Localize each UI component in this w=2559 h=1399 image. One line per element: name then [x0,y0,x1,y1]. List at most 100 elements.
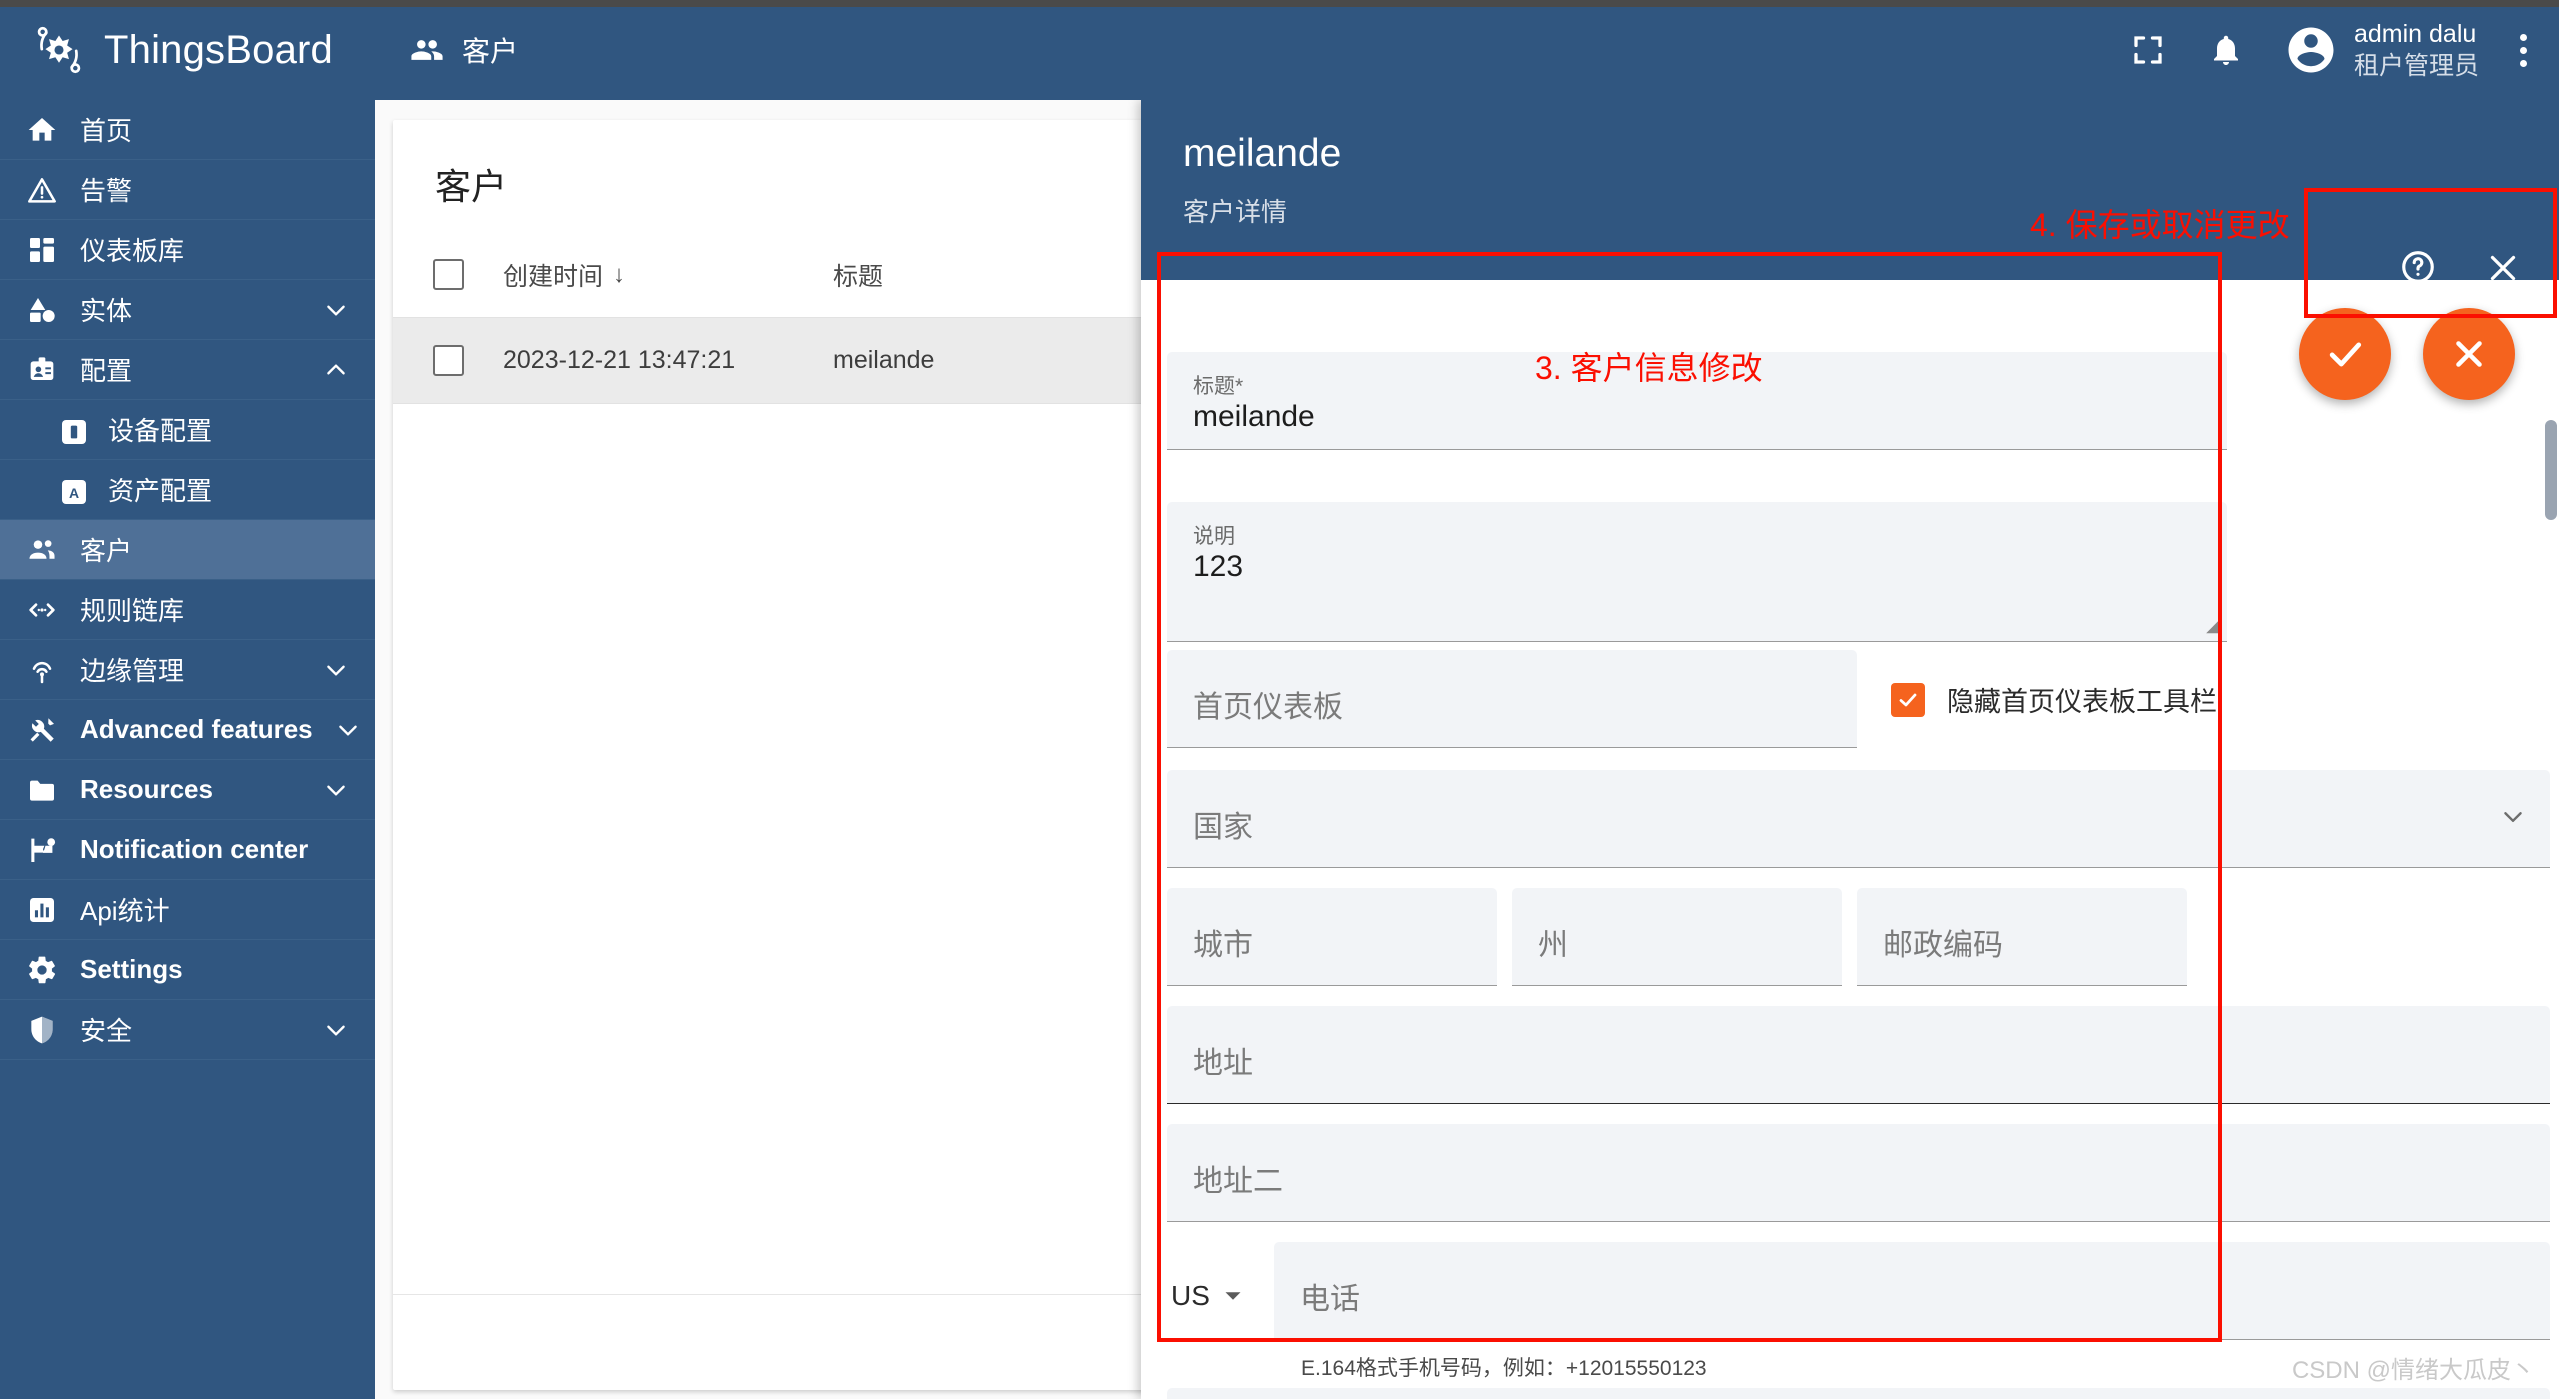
city-placeholder: 城市 [1193,929,1253,962]
user-name: admin dalu [2353,20,2477,48]
check-icon [1899,693,1917,706]
api-usage-chart-icon [26,894,58,926]
customer-form: 标题* meilande 说明 123 ◢ 首页仪表板 隐藏首页仪表板工具栏 国… [1141,280,2559,1399]
email-field[interactable]: 电子邮件 [1167,1388,2550,1399]
notification-flag-icon [26,834,58,866]
sidebar-item-label: Advanced features [80,714,313,744]
chevron-up-icon[interactable] [323,357,349,383]
sidebar-item-12[interactable]: Resources [0,760,375,820]
select-all-cell [393,259,503,290]
sidebar-item-11[interactable]: Advanced features [0,700,375,760]
textarea-resize-handle[interactable]: ◢ [2206,615,2220,636]
description-field[interactable]: 说明 123 ◢ [1167,502,2227,642]
chevron-down-icon[interactable] [323,1017,349,1043]
sidebar-item-label: 客户 [80,536,133,566]
sidebar-item-6[interactable]: 设备配置 [0,400,375,460]
svg-text:A: A [69,485,79,501]
sidebar-item-5[interactable]: 配置 [0,340,375,400]
notifications-button[interactable] [2206,30,2246,70]
sidebar-item-1[interactable]: 首页 [0,100,375,160]
gear-icon [26,954,58,986]
sidebar-item-15[interactable]: Settings [0,940,375,1000]
country-code-value: US [1171,1280,1210,1311]
annotation-label-step3: 3. 客户信息修改 [1535,350,1763,386]
shield-icon [26,1014,58,1046]
phone-field[interactable]: 电话 [1274,1242,2550,1340]
city-field[interactable]: 城市 [1167,888,1497,986]
cancel-button[interactable] [2423,308,2515,400]
thingsboard-logo-icon [37,26,81,74]
customers-icon [29,539,55,559]
account-circle-icon [2288,27,2334,73]
drawer-subtitle: 客户详情 [1183,197,1288,227]
alarm-warning-icon [28,177,56,203]
sidebar-item-10[interactable]: 边缘管理 [0,640,375,700]
sidebar-item-4[interactable]: 实体 [0,280,375,340]
sidebar-item-label: 配置 [80,356,133,386]
sidebar-item-9[interactable]: 规则链库 [0,580,375,640]
zip-placeholder: 邮政编码 [1883,929,2003,962]
asset-profile-icon: A [62,479,86,504]
phone-hint: E.164格式手机号码，例如：+12015550123 [1301,1357,1707,1380]
phone-placeholder: 电话 [1300,1283,1360,1316]
description-field-value: 123 [1193,550,1244,583]
country-field[interactable]: 国家 [1167,770,2550,868]
sidebar-item-label: 资产配置 [108,476,213,506]
brand-logo-area[interactable]: ThingsBoard [0,0,375,100]
chevron-down-icon[interactable] [335,717,361,743]
tools-icon [26,714,58,746]
column-header-created-time[interactable]: 创建时间 ↓ [503,257,833,293]
hide-toolbar-checkbox[interactable] [1891,682,1925,717]
annotation-label-step4: 4. 保存或取消更改 [2030,207,2290,243]
device-profile-icon [62,419,86,444]
window-edge-strip [0,0,2559,7]
sidebar-item-14[interactable]: Api统计 [0,880,375,940]
chevron-down-icon[interactable] [323,297,349,323]
sidebar-item-label: Notification center [80,834,309,864]
zip-field[interactable]: 邮政编码 [1857,888,2187,986]
sidebar-item-7[interactable]: A 资产配置 [0,460,375,520]
more-menu-button[interactable] [2517,33,2529,67]
row-checkbox[interactable] [432,345,464,376]
sidebar-item-label: Api统计 [80,896,170,926]
sidebar-item-8[interactable]: 客户 [0,520,375,580]
hide-toolbar-checkbox-row[interactable]: 隐藏首页仪表板工具栏 [1891,680,2217,719]
chevron-down-icon [1225,1292,1241,1300]
sort-desc-icon: ↓ [613,260,626,288]
sidebar-item-label: 安全 [80,1016,133,1046]
cell-created-time: 2023-12-21 13:47:21 [503,346,736,374]
drawer-scrollbar[interactable] [2545,420,2557,520]
top-bar: ThingsBoard 客户 admin dalu 租户管理员 [0,0,2559,100]
sidebar-item-2[interactable]: 告警 [0,160,375,220]
customers-icon [411,40,443,60]
sidebar-item-13[interactable]: Notification center [0,820,375,880]
edge-icon [32,661,52,683]
sidebar-item-label: 告警 [80,176,133,206]
device-profile-icon [58,416,86,444]
state-placeholder: 州 [1538,929,1568,962]
address-field[interactable]: 地址 [1167,1006,2550,1104]
chevron-down-icon[interactable] [323,777,349,803]
user-menu[interactable]: admin dalu 租户管理员 [2284,18,2479,82]
save-button[interactable] [2299,308,2391,400]
customer-details-drawer: meilande 客户详情 标题* meilande 说明 123 ◢ 首页仪表… [1141,100,2559,1399]
address2-field[interactable]: 地址二 [1167,1124,2550,1222]
drawer-action-buttons [2299,308,2515,400]
chevron-down-icon[interactable] [2500,803,2526,834]
kebab-dot [2519,59,2527,67]
select-all-checkbox[interactable] [432,259,464,290]
profiles-badge-icon [30,356,54,380]
chevron-down-icon[interactable] [323,657,349,683]
api-usage-chart-icon [30,897,54,922]
sidebar-item-3[interactable]: 仪表板库 [0,220,375,280]
kebab-dot [2519,33,2527,41]
home-dashboard-placeholder: 首页仪表板 [1193,691,1343,724]
home-dashboard-field[interactable]: 首页仪表板 [1167,650,1857,748]
state-field[interactable]: 州 [1512,888,1842,986]
section-header: 客户 [375,30,518,70]
edge-icon [26,654,58,686]
sidebar-item-16[interactable]: 安全 [0,1000,375,1060]
entities-icon [26,294,58,326]
fullscreen-button[interactable] [2128,30,2168,70]
country-code-select[interactable]: US [1171,1280,1242,1312]
